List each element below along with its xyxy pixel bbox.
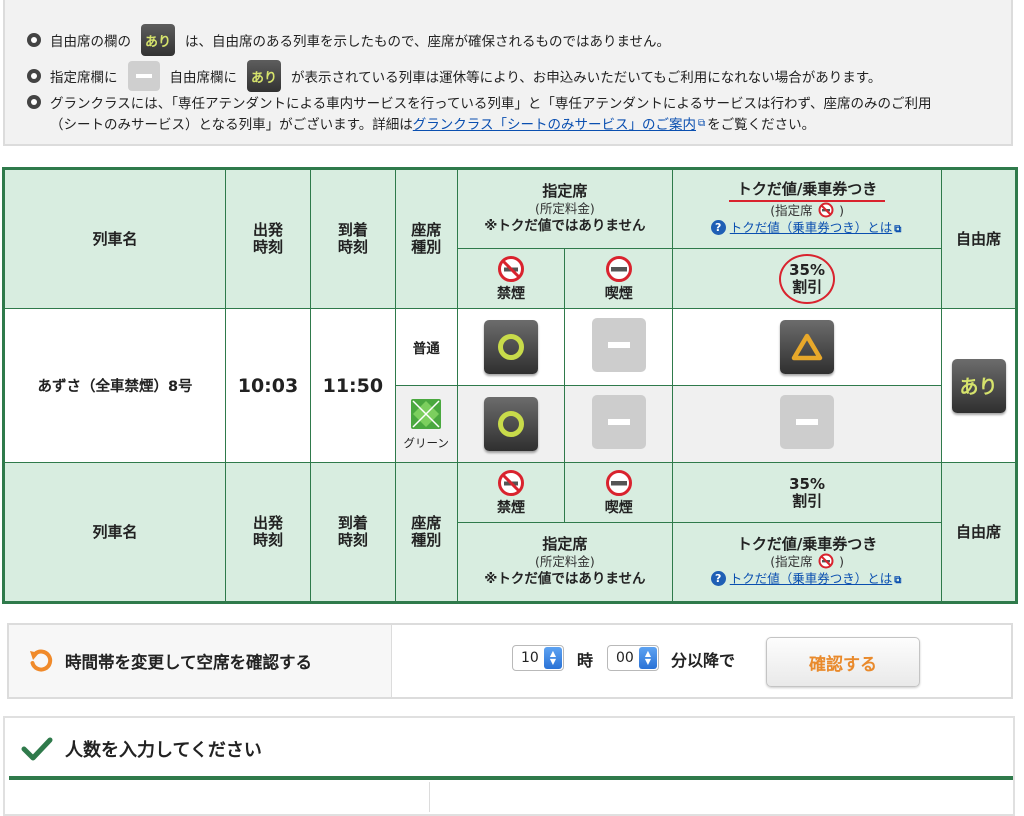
help-icon: ? — [710, 570, 726, 586]
header-smoking: 喫煙 — [564, 248, 674, 309]
gran-class-link[interactable]: グランクラス「シートのみサービス」のご案内 — [413, 113, 696, 133]
smoking-icon — [605, 255, 632, 282]
footer-train-name: 列車名 — [2, 462, 227, 603]
header-unreserved: 自由席 — [941, 168, 1017, 309]
select-arrows-icon: ▲ ▼ — [544, 647, 562, 669]
tokuda-link[interactable]: トクだ値（乗車券つき）とは — [730, 220, 893, 235]
external-link-icon: ⧉ — [894, 574, 902, 586]
footer-nonsmoking: 禁煙 — [456, 462, 566, 523]
footer-smoking: 喫煙 — [564, 462, 674, 523]
refresh-icon — [30, 649, 53, 672]
green-tokuda-unavailable-icon — [780, 395, 835, 449]
time-change-bar: 時間帯を変更して空席を確認する 10 ▲ ▼ 時 00 ▲ ▼ 分以降で 確認する — [7, 623, 1013, 699]
header-arrive: 到着 時刻 — [309, 168, 396, 309]
ordinary-smoking-cell — [564, 308, 674, 386]
header-discount: 35% 割引 — [672, 248, 943, 309]
column-divider — [429, 782, 430, 812]
note-line-2: 指定席欄に 自由席欄に あり が表示されている列車は運休等により、お申込みいただ… — [27, 60, 881, 92]
discount-circled: 35% 割引 — [779, 253, 836, 304]
external-link-icon: ⧉ — [894, 223, 902, 235]
circle-available-icon — [498, 334, 524, 360]
unreserved-available-button[interactable]: あり — [951, 358, 1006, 413]
note-line-1: 自由席の欄の あり は、自由席のある列車を示したもので、座席が確保されるものでは… — [27, 24, 670, 56]
bullet-icon — [27, 33, 41, 47]
ordinary-tokuda-few-left-button[interactable] — [780, 320, 835, 374]
train-name-cell: あずさ（全車禁煙）8号 — [2, 308, 227, 463]
minute-unit-label: 分以降で — [671, 651, 736, 670]
footer-reserved: 指定席 (所定料金) ※トクだ値ではありません — [456, 522, 674, 603]
green-car-icon — [411, 398, 442, 429]
header-depart: 出発 時刻 — [225, 168, 311, 309]
select-arrows-icon: ▲ ▼ — [639, 647, 657, 669]
header-reserved: 指定席 (所定料金) ※トクだ値ではありません — [456, 168, 674, 249]
no-smoking-icon — [818, 202, 834, 218]
green-tokuda-cell — [672, 385, 943, 463]
passenger-section: 人数を入力してください — [3, 716, 1015, 816]
ari-badge-icon: あり — [247, 60, 281, 92]
arrive-time-cell: 11:50 — [309, 308, 396, 463]
seat-type-ordinary: 普通 — [394, 308, 458, 386]
circle-available-icon — [498, 411, 524, 437]
hour-unit-label: 時 — [577, 651, 594, 670]
header-nonsmoking: 禁煙 — [456, 248, 566, 309]
triangle-few-icon — [791, 333, 823, 361]
bullet-icon — [27, 95, 41, 109]
smoking-icon — [605, 469, 632, 496]
time-change-label-area: 時間帯を変更して空席を確認する — [9, 625, 392, 697]
footer-depart: 出発 時刻 — [225, 462, 311, 603]
footer-tokuda: トクだ値/乗車券つき (指定席 ) ? トクだ値（乗車券つき）とは ⧉ — [672, 522, 943, 603]
green-smoking-unavailable-icon — [591, 395, 646, 449]
depart-time-cell: 10:03 — [225, 308, 311, 463]
notes-box: 自由席の欄の あり は、自由席のある列車を示したもので、座席が確保されるものでは… — [3, 0, 1013, 146]
train-table: 列車名 出発 時刻 到着 時刻 座席 種別 指定席 (所定料金) ※トクだ値ではありま… — [2, 167, 1018, 604]
footer-seat-type: 座席 種別 — [394, 462, 458, 603]
ari-badge-icon: あり — [141, 24, 175, 56]
footer-unreserved: 自由席 — [941, 462, 1017, 603]
green-nonsmoking-cell — [456, 385, 566, 463]
dash-badge-icon — [127, 61, 160, 91]
no-smoking-icon — [818, 553, 834, 569]
footer-discount: 35% 割引 — [672, 462, 943, 523]
tokuda-link-footer[interactable]: トクだ値（乗車券つき）とは — [730, 571, 893, 586]
bullet-icon — [27, 69, 41, 83]
header-tokuda: トクだ値/乗車券つき (指定席 ) ? トクだ値（乗車券つき）とは ⧉ — [672, 168, 943, 249]
hour-select[interactable]: 10 ▲ ▼ — [512, 645, 564, 671]
checkmark-icon — [21, 737, 53, 761]
passenger-section-title: 人数を入力してください — [21, 736, 262, 762]
ordinary-nonsmoking-available-button[interactable] — [484, 320, 538, 374]
no-smoking-icon — [498, 255, 524, 282]
header-seat-type: 座席 種別 — [394, 168, 458, 309]
footer-arrive: 到着 時刻 — [309, 462, 396, 603]
green-smoking-cell — [564, 385, 674, 463]
unreserved-cell: あり — [941, 308, 1017, 463]
confirm-button[interactable]: 確認する — [766, 637, 920, 687]
header-train-name: 列車名 — [2, 168, 227, 309]
section-divider — [9, 776, 1013, 780]
note-line-3: グランクラスには、「専任アテンダントによる車内サービスを行っている列車」と「専任… — [27, 92, 932, 112]
seat-type-green: グリーン — [394, 385, 458, 463]
minute-select[interactable]: 00 ▲ ▼ — [607, 645, 659, 671]
no-smoking-icon — [498, 469, 524, 496]
ordinary-smoking-unavailable-icon — [591, 318, 646, 372]
ordinary-nonsmoking-cell — [456, 308, 566, 386]
help-icon: ? — [710, 219, 726, 235]
ordinary-tokuda-cell — [672, 308, 943, 386]
note-line-3b: （シートのみサービス）となる列車」がございます。詳細は グランクラス「シートのみ… — [50, 113, 815, 133]
external-link-icon: ⧉ — [697, 117, 706, 129]
green-nonsmoking-available-button[interactable] — [484, 397, 538, 451]
